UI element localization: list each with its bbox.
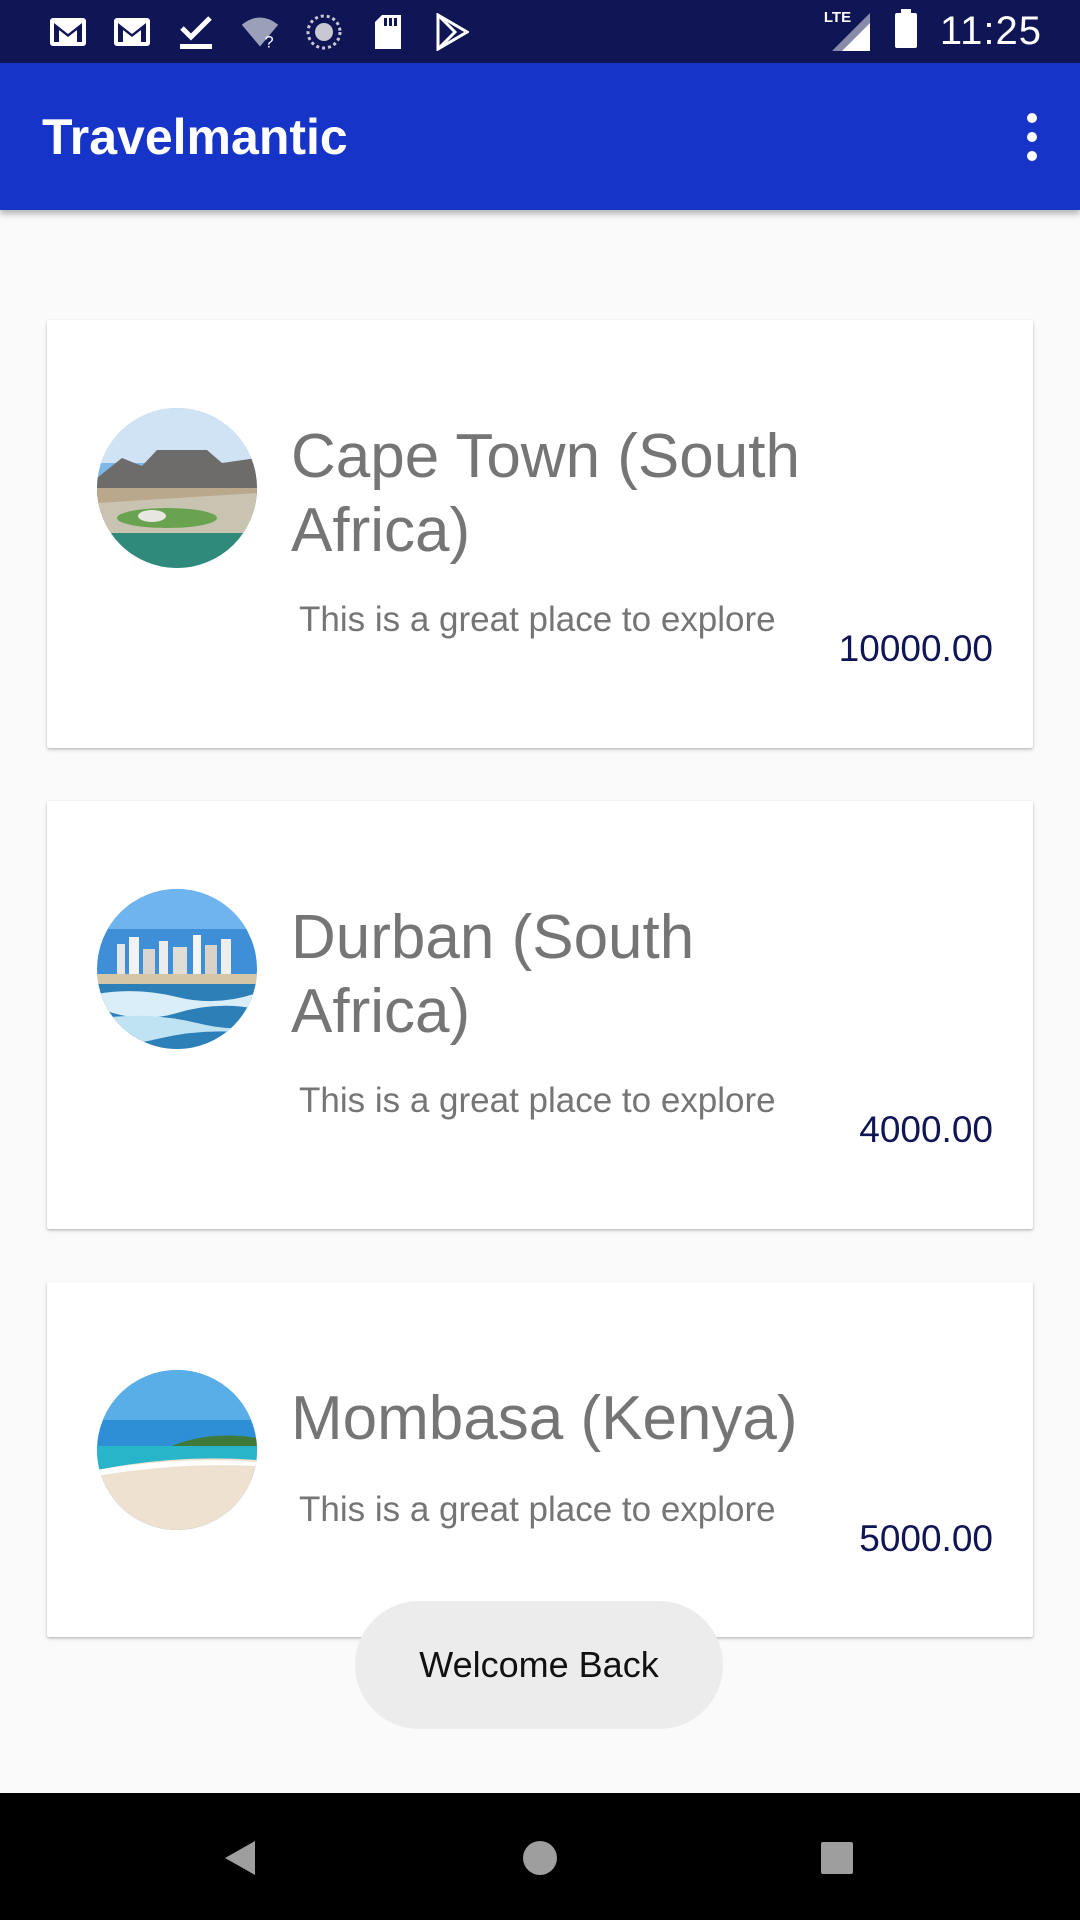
deal-price: 4000.00 xyxy=(859,1109,993,1150)
home-icon[interactable] xyxy=(510,1828,570,1888)
sd-card-icon xyxy=(368,12,408,52)
deal-card[interactable]: Durban (South Africa) This is a great pl… xyxy=(47,801,1033,1229)
status-bar: ? LTE 11:25 xyxy=(0,0,1080,63)
signal-icon: LTE xyxy=(824,9,872,53)
download-done-icon xyxy=(176,12,216,52)
notification-icons: ? xyxy=(48,12,472,52)
deal-description: This is a great place to explore xyxy=(299,1081,776,1120)
navigation-bar xyxy=(0,1793,1080,1920)
toast-message: Welcome Back xyxy=(355,1601,723,1729)
deal-description: This is a great place to explore xyxy=(299,1490,776,1529)
app-title: Travelmantic xyxy=(42,108,348,165)
deal-title: Cape Town (South Africa) xyxy=(291,422,800,565)
gmail-icon xyxy=(48,12,88,52)
status-clock: 11:25 xyxy=(939,9,1042,53)
deal-card[interactable]: Cape Town (South Africa) This is a great… xyxy=(47,320,1033,748)
system-status: LTE 11:25 xyxy=(824,9,1042,54)
deal-description: This is a great place to explore xyxy=(299,600,776,639)
deal-price: 5000.00 xyxy=(859,1518,993,1559)
wifi-unknown-icon: ? xyxy=(240,12,280,52)
deal-image-mombasa xyxy=(97,1370,257,1530)
battery-icon xyxy=(894,9,918,54)
deal-title: Durban (South Africa) xyxy=(291,903,695,1046)
deal-title: Mombasa (Kenya) xyxy=(291,1384,798,1453)
deal-price: 10000.00 xyxy=(838,628,993,669)
sync-icon xyxy=(304,12,344,52)
app-bar: Travelmantic xyxy=(0,63,1080,210)
deal-card[interactable]: Mombasa (Kenya) This is a great place to… xyxy=(47,1282,1033,1637)
back-icon[interactable] xyxy=(210,1828,270,1888)
gmail-icon xyxy=(112,12,152,52)
deal-image-durban xyxy=(97,889,257,1049)
play-store-icon xyxy=(432,12,472,52)
recents-icon[interactable] xyxy=(807,1828,867,1888)
deal-image-cape-town xyxy=(97,408,257,568)
more-vert-icon[interactable] xyxy=(1002,87,1062,187)
svg-text:?: ? xyxy=(265,33,274,50)
network-type-label: LTE xyxy=(823,8,852,26)
